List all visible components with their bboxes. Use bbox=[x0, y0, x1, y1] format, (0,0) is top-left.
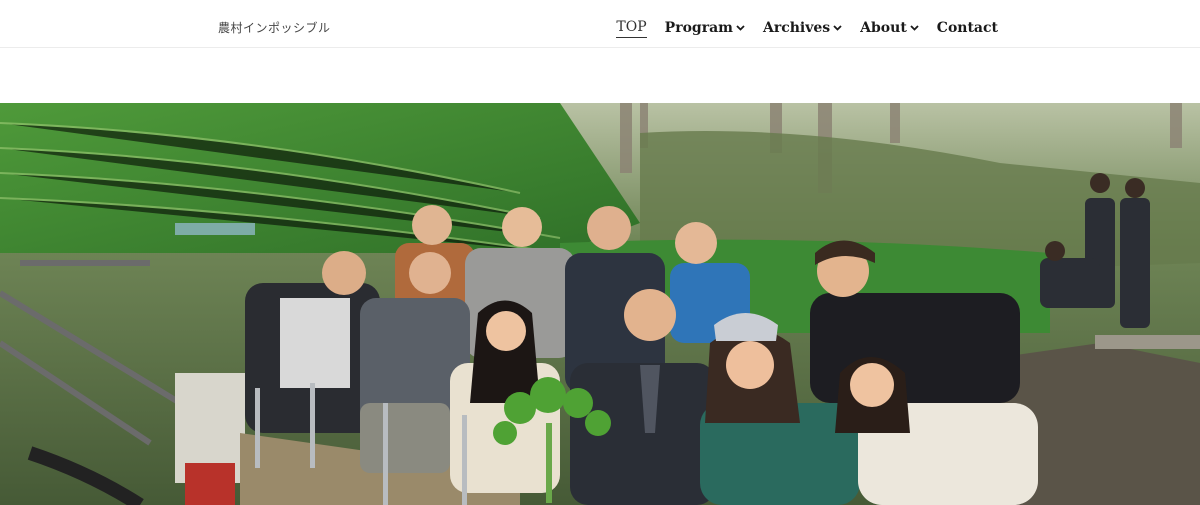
nav-item-about[interactable]: About bbox=[860, 18, 919, 38]
nav-item-label: Contact bbox=[936, 19, 998, 36]
site-header: 農村インポッシブル TOP Program Archives About Con… bbox=[0, 0, 1200, 48]
main-nav: TOP Program Archives About Contact bbox=[616, 17, 998, 38]
nav-item-label: TOP bbox=[616, 19, 647, 35]
nav-item-contact[interactable]: Contact bbox=[937, 18, 998, 38]
group-photo-illustration bbox=[0, 103, 1200, 505]
nav-item-label: About bbox=[860, 19, 907, 36]
chevron-down-icon bbox=[736, 24, 745, 32]
nav-item-top[interactable]: TOP bbox=[616, 17, 647, 38]
site-title[interactable]: 農村インポッシブル bbox=[218, 19, 331, 36]
nav-item-label: Program bbox=[664, 19, 733, 36]
nav-item-archives[interactable]: Archives bbox=[763, 18, 842, 38]
chevron-down-icon bbox=[910, 24, 919, 32]
nav-item-program[interactable]: Program bbox=[665, 18, 745, 38]
chevron-down-icon bbox=[833, 24, 842, 32]
nav-item-label: Archives bbox=[762, 19, 831, 36]
hero-photo bbox=[0, 103, 1200, 505]
